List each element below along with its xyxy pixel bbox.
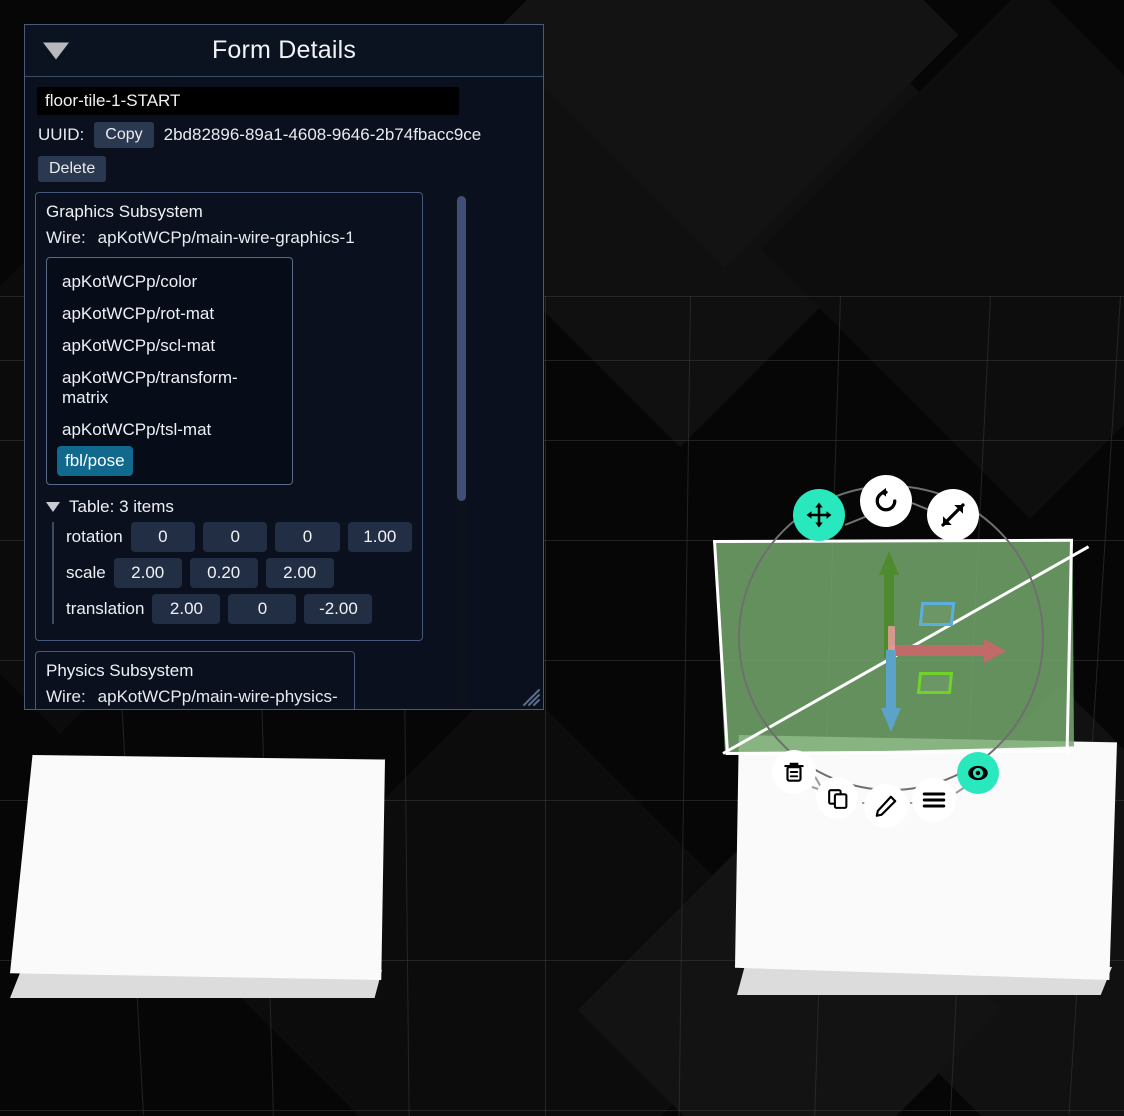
page-title: Form Details [211, 36, 357, 64]
list-item[interactable]: apKotWCPp/scl-mat [57, 330, 282, 362]
value-input[interactable] [130, 522, 196, 552]
y-axis-head[interactable] [879, 551, 899, 575]
triangle-down-icon[interactable] [46, 502, 60, 512]
toggle-visibility-button[interactable] [957, 752, 999, 794]
scrollbar-thumb[interactable] [457, 196, 466, 501]
value-input[interactable] [228, 594, 297, 624]
form-details-panel[interactable]: Form Details UUID: Copy 2bd82896-89a1-46… [24, 24, 544, 710]
scale-tool-button[interactable] [927, 489, 979, 541]
panel-body: UUID: Copy 2bd82896-89a1-4608-9646-2b74f… [25, 77, 543, 709]
vertical-scrollbar[interactable] [455, 192, 467, 709]
panel-header[interactable]: Form Details [25, 25, 543, 77]
value-input[interactable] [275, 522, 340, 552]
edit-object-button[interactable] [864, 784, 908, 828]
delete-button[interactable]: Delete [38, 156, 107, 182]
object-name-input[interactable] [37, 87, 459, 115]
pose-table: Table: 3 items rotation sca [46, 497, 413, 624]
delete-object-button[interactable] [772, 750, 816, 794]
row-key: scale [66, 563, 106, 582]
object-menu-button[interactable] [912, 778, 956, 822]
value-input[interactable] [304, 594, 373, 624]
resize-grip-icon[interactable] [518, 684, 540, 706]
wire-row: Wire: apKotWCPp/main-wire-physics-1 [46, 687, 344, 709]
duplicate-object-button[interactable] [816, 777, 858, 819]
hamburger-icon [922, 792, 946, 808]
value-input[interactable] [189, 558, 258, 588]
table-row: translation [66, 594, 412, 624]
table-header[interactable]: Table: 3 items [46, 497, 412, 517]
list-item[interactable]: apKotWCPp/transform-matrix [57, 362, 282, 414]
subsystem-scroll-area[interactable]: Graphics Subsystem Wire: apKotWCPp/main-… [35, 192, 467, 709]
component-key-list[interactable]: apKotWCPp/color apKotWCPp/rot-mat apKotW… [46, 257, 293, 485]
wire-row: Wire: apKotWCPp/main-wire-graphics-1 [46, 228, 412, 248]
tile-top [10, 755, 385, 980]
xz-plane-handle[interactable] [918, 602, 956, 626]
table-rows: rotation scale [52, 522, 413, 624]
row-key: translation [66, 599, 145, 618]
value-input[interactable] [347, 522, 413, 552]
rotate-ccw-icon [875, 487, 897, 512]
app-root: Form Details UUID: Copy 2bd82896-89a1-46… [0, 0, 1124, 1116]
value-input[interactable] [113, 558, 182, 588]
list-item-selected[interactable]: fbl/pose [57, 446, 133, 476]
wire-value: apKotWCPp/main-wire-graphics-1 [97, 228, 355, 247]
copy-uuid-button[interactable]: Copy [94, 122, 154, 148]
pencil-icon [875, 795, 897, 817]
eye-icon [968, 765, 988, 781]
subsystem-graphics: Graphics Subsystem Wire: apKotWCPp/main-… [35, 192, 423, 641]
list-item[interactable]: apKotWCPp/tsl-mat [57, 414, 282, 446]
value-input[interactable] [152, 594, 221, 624]
wire-value: apKotWCPp/main-wire-physics-1 [97, 687, 338, 709]
table-item-count: Table: 3 items [69, 497, 174, 516]
value-input[interactable] [265, 558, 334, 588]
trash-icon [784, 762, 804, 782]
subsystem-title: Physics Subsystem [46, 661, 194, 680]
copy-icon [827, 788, 847, 809]
diagonal-arrows-icon [941, 503, 965, 527]
delete-row: Delete [38, 156, 533, 182]
value-input[interactable] [203, 522, 268, 552]
subsystem-physics: Physics Subsystem Wire: apKotWCPp/main-w… [35, 651, 355, 709]
z-axis-shaft[interactable] [886, 650, 896, 712]
rotate-tool-button[interactable] [860, 475, 912, 527]
list-item[interactable]: apKotWCPp/color [57, 266, 282, 298]
triangle-down-icon[interactable] [43, 42, 69, 59]
uuid-row: UUID: Copy 2bd82896-89a1-4608-9646-2b74f… [38, 122, 533, 148]
subsystem-title: Graphics Subsystem [46, 202, 203, 221]
transform-gizmo[interactable] [860, 550, 1040, 740]
wire-label: Wire: [46, 687, 86, 706]
row-key: rotation [66, 527, 123, 546]
xy-plane-handle[interactable] [916, 672, 954, 694]
table-row: scale [66, 558, 412, 588]
uuid-label: UUID: [38, 125, 85, 144]
uuid-value: 2bd82896-89a1-4608-9646-2b74fbacc9ce [163, 125, 482, 144]
wire-label: Wire: [46, 228, 86, 247]
list-item[interactable]: apKotWCPp/rot-mat [57, 298, 282, 330]
x-axis-shaft[interactable] [890, 645, 986, 656]
z-axis-head[interactable] [881, 708, 901, 732]
x-axis-head[interactable] [984, 639, 1006, 663]
move-arrows-icon [806, 502, 832, 528]
table-row: rotation [66, 522, 413, 552]
move-tool-button[interactable] [793, 489, 845, 541]
floor-tile-object[interactable] [10, 755, 390, 1020]
